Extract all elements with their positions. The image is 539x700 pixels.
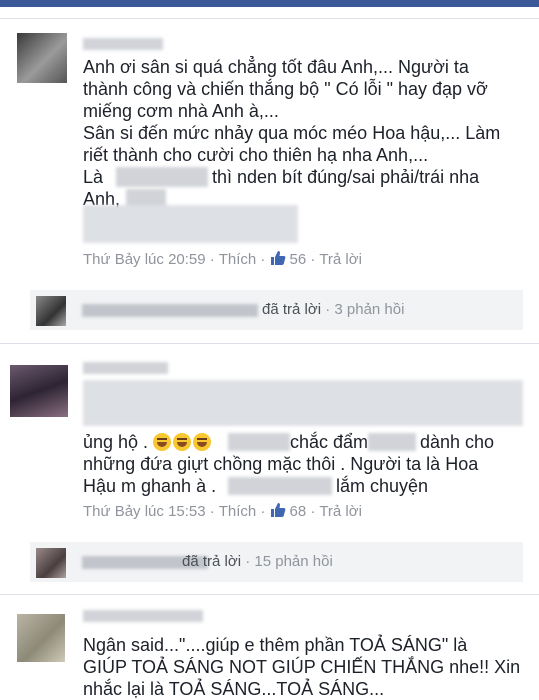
reply-avatar (36, 548, 66, 578)
laughing-emoji-icon (173, 433, 192, 451)
reply-action: đã trả lời (262, 301, 322, 318)
meta-separator: · (209, 503, 215, 520)
like-link[interactable]: Thích (219, 251, 257, 268)
comment-timestamp[interactable]: Thứ Bảy lúc 15:53 (83, 503, 206, 520)
thumbs-up-icon (270, 503, 285, 517)
comment-timestamp[interactable]: Thứ Bảy lúc 20:59 (83, 251, 206, 268)
comment-text-line: thành công và chiến thắng bộ " Có lỗi " … (83, 79, 488, 99)
reply-avatar (36, 296, 66, 326)
reply-count: 15 phản hồi (254, 553, 333, 570)
meta-separator: · (260, 251, 266, 268)
redacted-text-block (83, 205, 298, 243)
comment-text-line: riết thành cho cười cho thiên hạ nha Anh… (83, 145, 429, 165)
thumbs-up-icon (270, 251, 285, 265)
comment-text-line: ủng hộ . (83, 431, 213, 453)
comment-text-line: Là (83, 167, 104, 187)
reply-link[interactable]: Trả lời (319, 503, 362, 520)
meta-separator: · (325, 301, 331, 318)
commenter-avatar[interactable] (17, 33, 67, 83)
comment-text-line: miếng cơm nhà Anh à,... (83, 101, 279, 121)
meta-separator: · (209, 251, 215, 268)
meta-separator: · (310, 503, 316, 520)
comment-text-line: lắm chuyện (336, 476, 429, 496)
commenter-name-blurred[interactable] (83, 610, 203, 622)
comment-text-line: Hậu m ghanh à . (83, 476, 217, 496)
divider (0, 594, 539, 595)
reply-count: 3 phản hồi (334, 301, 405, 318)
reply-summary-text: đã trả lời · 3 phản hồi (262, 300, 404, 320)
reply-summary-text: đã trả lời · 15 phản hồi (182, 552, 333, 572)
meta-separator: · (260, 503, 266, 520)
redacted-text (228, 433, 290, 451)
comment-text-line: dành cho (420, 432, 495, 452)
reply-action: đã trả lời (182, 553, 242, 570)
comment-text-line: Sân si đến mức nhảy qua móc méo Hoa hậu,… (83, 123, 501, 143)
like-link[interactable]: Thích (219, 503, 257, 520)
like-count[interactable]: 56 (290, 251, 307, 268)
comment-text-line: GIÚP TOẢ SÁNG NOT GIÚP CHIẾN THẮNG nhe!!… (83, 657, 521, 677)
redacted-text (116, 167, 208, 187)
comment-text-line: những đứa giựt chồng mặc thôi . Người ta… (83, 454, 479, 474)
redacted-text (368, 433, 416, 451)
laughing-emoji-icon (153, 433, 172, 451)
comment-meta: Thứ Bảy lúc 15:53 · Thích · 68 · Trả lời (83, 502, 362, 522)
comment-meta: Thứ Bảy lúc 20:59 · Thích · 56 · Trả lời (83, 250, 362, 270)
replies-summary[interactable]: đã trả lời · 15 phản hồi (30, 542, 523, 582)
replies-summary[interactable]: đã trả lời · 3 phản hồi (30, 290, 523, 330)
laughing-emoji-icon (193, 433, 212, 451)
comment-text-line: thì nden bít đúng/sai phải/trái nha (212, 167, 480, 187)
redacted-text (228, 477, 332, 495)
commenter-name-blurred[interactable] (83, 38, 163, 50)
comment-text: ủng hộ . (83, 432, 149, 452)
comment-text-line: Anh ơi sân si quá chẳng tốt đâu Anh,... … (83, 57, 469, 77)
redacted-text-block (83, 380, 523, 426)
comment-text-line: chắc đẩm (290, 432, 369, 452)
divider (0, 18, 539, 19)
top-navigation-bar (0, 0, 539, 7)
commenter-avatar[interactable] (17, 614, 65, 662)
reply-link[interactable]: Trả lời (319, 251, 362, 268)
replier-name-blurred (82, 304, 258, 317)
divider (0, 343, 539, 344)
commenter-name-blurred[interactable] (83, 362, 168, 374)
commenter-avatar[interactable] (10, 365, 68, 417)
meta-separator: · (245, 553, 251, 570)
meta-separator: · (310, 251, 316, 268)
comment-text-line: Ngân said..."....giúp e thêm phần TOẢ SÁ… (83, 635, 468, 655)
like-count[interactable]: 68 (290, 503, 307, 520)
